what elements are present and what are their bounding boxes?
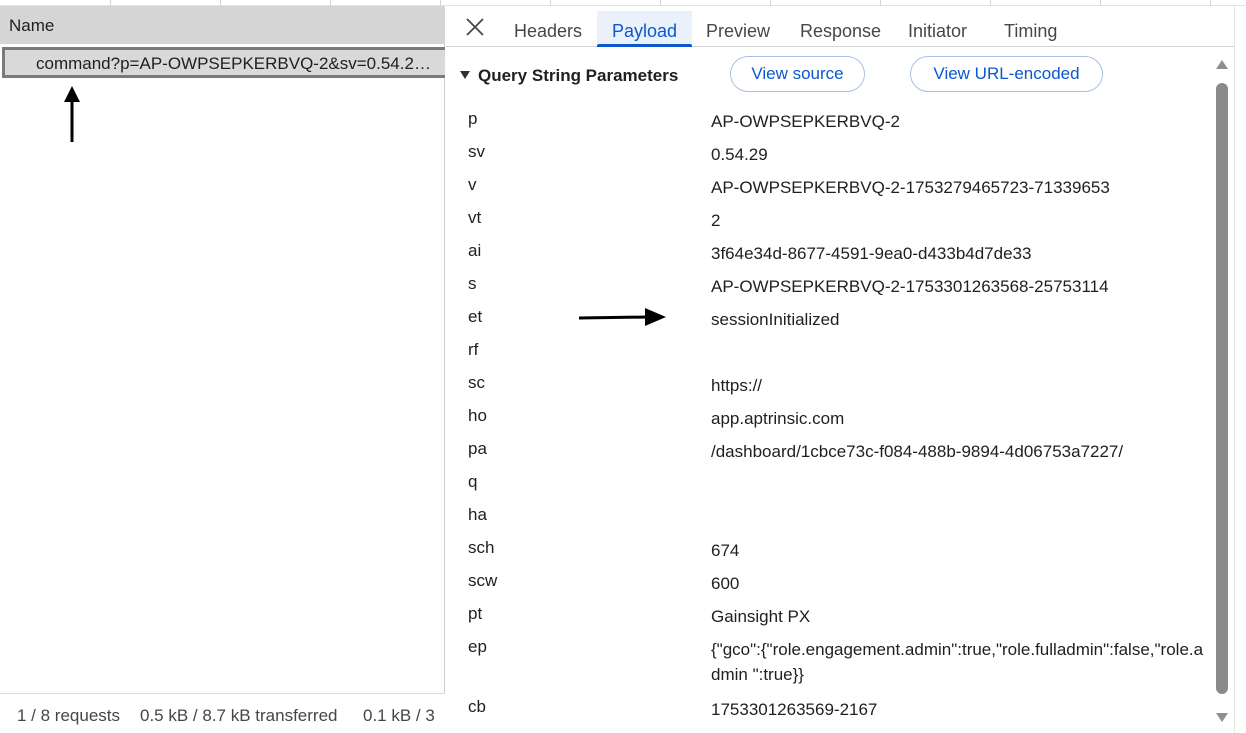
annotation-arrow-up-icon (64, 86, 80, 142)
param-key: ai (468, 241, 482, 260)
param-key: q (468, 472, 478, 491)
param-key: ep (468, 637, 487, 656)
tab-headers[interactable]: Headers (514, 21, 582, 42)
annotation-arrow-right-icon (578, 308, 666, 326)
query-string-parameters-toggle[interactable]: Query String Parameters (460, 66, 678, 86)
param-value: {"gco":{"role.engagement.admin":true,"ro… (711, 640, 1204, 684)
param-key: rf (468, 340, 479, 359)
param-key: p (468, 109, 478, 128)
view-source-button[interactable]: View source (730, 56, 865, 92)
request-count: 1 / 8 requests (17, 706, 121, 725)
vertical-scrollbar[interactable] (1214, 56, 1230, 728)
tab-preview[interactable]: Preview (706, 21, 770, 42)
param-value: https:// (711, 376, 763, 395)
param-value: 600 (711, 574, 740, 593)
param-value: 3f64e34d-8677-4591-9ea0-d433b4d7de33 (711, 244, 1032, 263)
active-tab-underline (597, 44, 692, 47)
triangle-down-icon (460, 71, 470, 79)
param-key: ho (468, 406, 487, 425)
param-value: app.aptrinsic.com (711, 409, 845, 428)
details-tab-bar: Headers Payload Preview Response Initiat… (446, 6, 1236, 47)
param-value: 674 (711, 541, 740, 560)
request-details-pane: Headers Payload Preview Response Initiat… (446, 6, 1246, 733)
scroll-up-arrow-icon[interactable] (1216, 60, 1228, 69)
param-value: sessionInitialized (711, 310, 840, 329)
right-edge-gutter (1234, 6, 1246, 733)
param-key: sv (468, 142, 485, 161)
param-value: AP-OWPSEPKERBVQ-2-1753301263568-25753114 (711, 277, 1109, 296)
section-title: Query String Parameters (478, 66, 679, 85)
request-name[interactable]: command?p=AP-OWPSEPKERBVQ-2&sv=0.54.29&v… (36, 54, 436, 74)
param-value: AP-OWPSEPKERBVQ-2 (711, 112, 900, 131)
transferred-size: 0.5 kB / 8.7 kB transferred (140, 706, 338, 725)
param-key: v (468, 175, 477, 194)
param-value: 2 (711, 211, 721, 230)
param-key: scw (468, 571, 498, 590)
param-key: ha (468, 505, 487, 524)
view-url-encoded-button[interactable]: View URL-encoded (910, 56, 1103, 92)
param-key: s (468, 274, 477, 293)
param-value: 1753301263569-2167 (711, 700, 878, 719)
param-key: sc (468, 373, 485, 392)
param-value: AP-OWPSEPKERBVQ-2-1753279465723-71339653 (711, 178, 1110, 197)
resources-size: 0.1 kB / 3 (363, 706, 435, 725)
name-column-header[interactable]: Name (9, 16, 54, 36)
param-key: et (468, 307, 483, 326)
param-key: pt (468, 604, 483, 623)
tab-payload[interactable]: Payload (612, 21, 677, 42)
param-key: sch (468, 538, 495, 557)
network-status-bar: 1 / 8 requests 0.5 kB / 8.7 kB transferr… (0, 693, 445, 733)
tab-timing[interactable]: Timing (1004, 21, 1057, 42)
param-key: cb (468, 697, 486, 716)
param-value: /dashboard/1cbce73c-f084-488b-9894-4d067… (711, 442, 1124, 461)
scroll-down-arrow-icon[interactable] (1216, 713, 1228, 722)
param-key: vt (468, 208, 482, 227)
close-icon[interactable] (462, 14, 488, 40)
request-list-header[interactable]: Name (0, 6, 445, 44)
request-row-selected[interactable]: command?p=AP-OWPSEPKERBVQ-2&sv=0.54.29&v… (2, 47, 445, 78)
tab-initiator[interactable]: Initiator (908, 21, 967, 42)
param-value: Gainsight PX (711, 607, 811, 626)
scrollbar-thumb[interactable] (1216, 83, 1228, 694)
param-key: pa (468, 439, 487, 458)
param-value: 0.54.29 (711, 145, 768, 164)
tab-response[interactable]: Response (800, 21, 881, 42)
